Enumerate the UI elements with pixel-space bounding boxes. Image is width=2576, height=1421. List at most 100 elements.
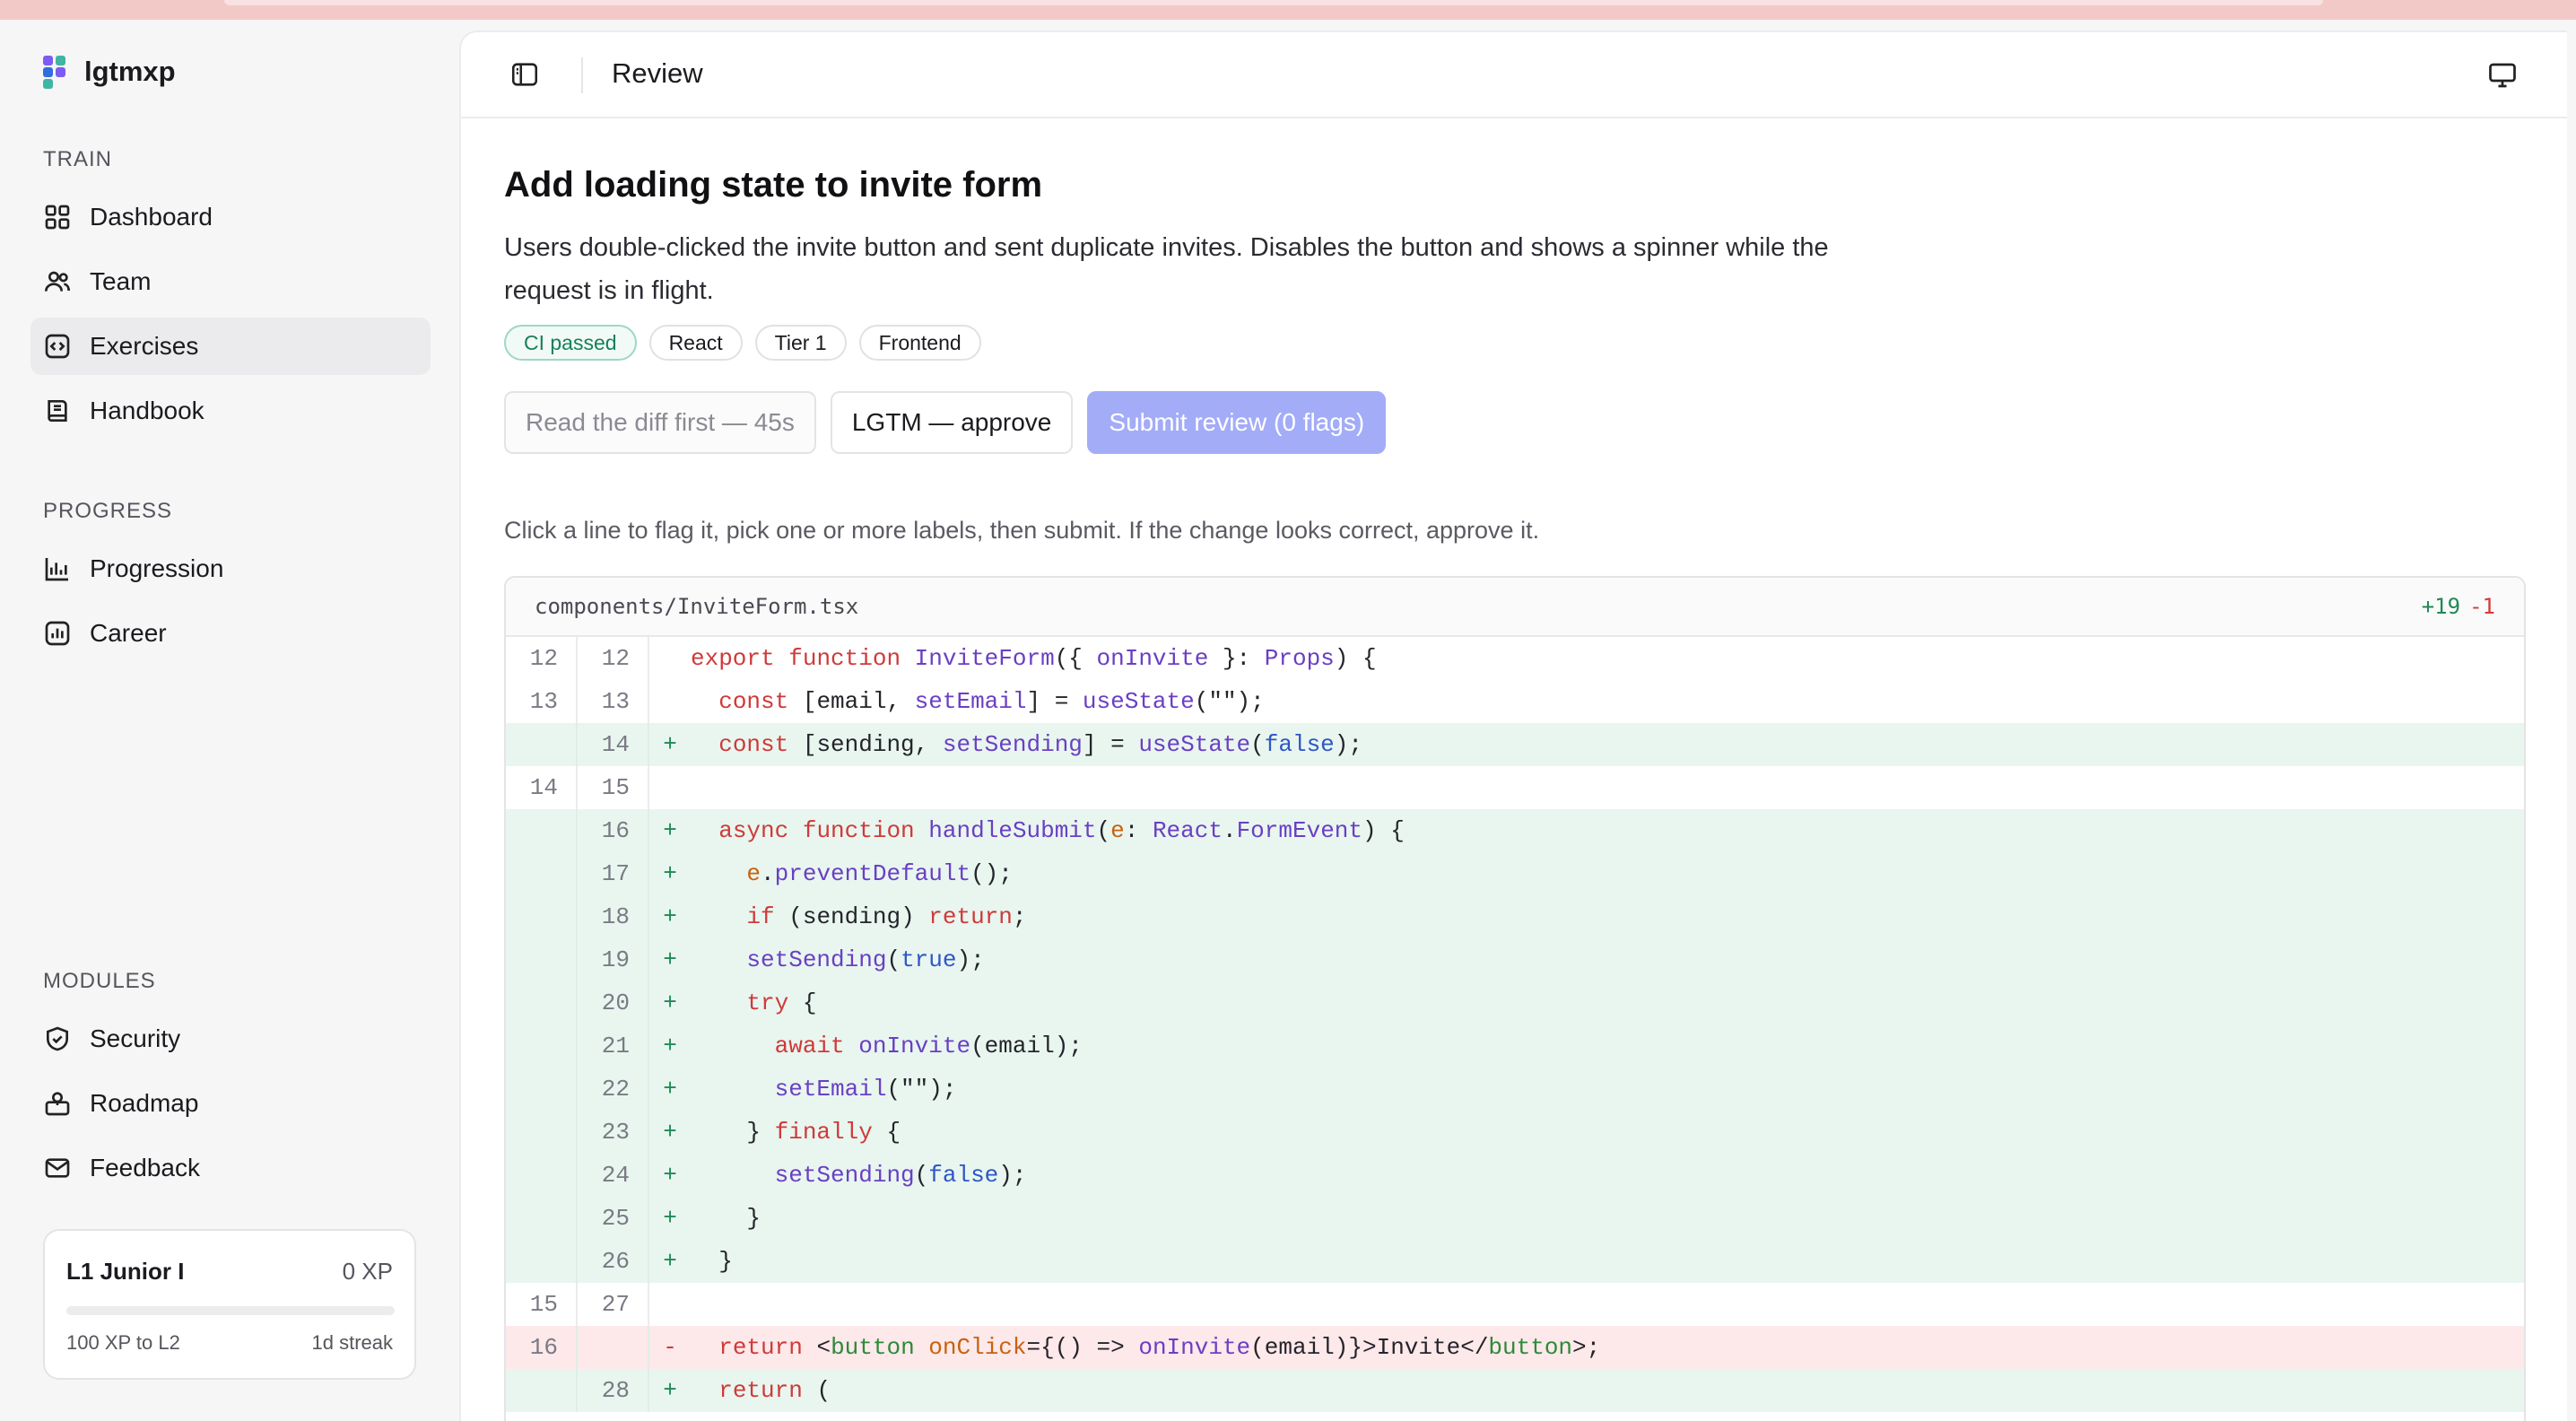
mail-icon xyxy=(45,1158,70,1178)
tag-tier: Tier 1 xyxy=(754,325,847,361)
diff-sign: + xyxy=(663,731,677,758)
old-line-number: 14 xyxy=(506,766,578,809)
header-divider xyxy=(581,57,583,93)
diff-sign: + xyxy=(663,1377,677,1404)
diff-line[interactable]: 13 13 const [email, setEmail] = useState(… xyxy=(506,680,2524,723)
old-line-number xyxy=(506,1068,578,1111)
monitor-icon[interactable] xyxy=(2486,59,2519,92)
old-line-number xyxy=(506,852,578,895)
new-line-number: 15 xyxy=(578,766,649,809)
sidebar-item-handbook[interactable]: Handbook xyxy=(30,382,431,440)
old-line-number xyxy=(506,938,578,981)
new-line-number: 22 xyxy=(578,1068,649,1111)
old-line-number xyxy=(506,809,578,852)
diff-line[interactable]: 14 + const [sending, setSending] = useSta… xyxy=(506,723,2524,766)
additions-count: +19 xyxy=(2421,594,2461,619)
instructions-hint: Click a line to flag it, pick one or mor… xyxy=(504,517,1540,544)
logo-icon xyxy=(43,52,68,92)
diff-line[interactable]: 18 + if (sending) return; xyxy=(506,895,2524,938)
diff-line[interactable]: 26 + } xyxy=(506,1240,2524,1283)
sidebar-item-team[interactable]: Team xyxy=(30,253,431,310)
sidebar-item-label: Exercises xyxy=(90,332,199,360)
tag-frontend: Frontend xyxy=(858,325,981,361)
diff-line[interactable]: 17 + e.preventDefault(); xyxy=(506,852,2524,895)
new-line-number: 14 xyxy=(578,723,649,766)
xp-value: 0 XP xyxy=(342,1258,393,1285)
level-card[interactable]: L1 Junior I 0 XP 100 XP to L2 1d streak xyxy=(43,1229,416,1380)
grid-icon xyxy=(45,205,70,230)
sidebar-item-label: Team xyxy=(90,267,152,295)
review-actions: Read the diff first — 45s LGTM — approve… xyxy=(504,391,1387,454)
old-line-number xyxy=(506,723,578,766)
diff-sign: + xyxy=(663,1162,677,1189)
app-name: lgtmxp xyxy=(84,56,176,87)
diff-line[interactable]: 15 27 xyxy=(506,1283,2524,1326)
xp-to-next: 100 XP to L2 xyxy=(66,1331,180,1354)
sidebar-item-career[interactable]: Career xyxy=(30,605,431,662)
new-line-number: 26 xyxy=(578,1240,649,1283)
sidebar: lgtmxp TRAIN Dashboard Team Exercises Ha… xyxy=(0,20,457,1421)
shield-icon xyxy=(47,1026,68,1051)
new-line-number: 27 xyxy=(578,1283,649,1326)
diff-line[interactable]: 14 15 xyxy=(506,766,2524,809)
diff-sign: + xyxy=(663,903,677,930)
sidebar-item-label: Progression xyxy=(90,554,224,582)
diff-line[interactable]: 16 + async function handleSubmit(e: React… xyxy=(506,809,2524,852)
approve-button[interactable]: LGTM — approve xyxy=(830,391,1074,454)
old-line-number xyxy=(506,895,578,938)
sidebar-item-security[interactable]: Security xyxy=(30,1010,431,1068)
new-line-number: 17 xyxy=(578,852,649,895)
diff-line[interactable]: 22 + setEmail(""); xyxy=(506,1068,2524,1111)
diff-viewer: components/InviteForm.tsx +19 -1 12 12 exp… xyxy=(504,576,2526,1421)
code-text: try { xyxy=(746,989,817,1016)
sidebar-toggle-icon[interactable] xyxy=(509,59,540,90)
code-text: } finally { xyxy=(691,1119,901,1146)
code-icon xyxy=(45,334,70,359)
sidebar-item-exercises[interactable]: Exercises xyxy=(30,318,431,375)
submit-review-button[interactable]: Submit review (0 flags) xyxy=(1087,391,1387,454)
new-line-number: 13 xyxy=(578,680,649,723)
old-line-number xyxy=(506,981,578,1024)
code-text: e.preventDefault(); xyxy=(746,860,1013,887)
diff-line[interactable]: 21 + await onInvite(email); xyxy=(506,1024,2524,1068)
code-text: export function InviteForm({ onInvite }:… xyxy=(691,645,1377,672)
page-title: Review xyxy=(612,57,703,89)
old-line-number: 15 xyxy=(506,1283,578,1326)
new-line-number: 12 xyxy=(578,637,649,680)
sidebar-item-feedback[interactable]: Feedback xyxy=(30,1139,431,1197)
new-line-number: 21 xyxy=(578,1024,649,1068)
tag-list: CI passed React Tier 1 Frontend xyxy=(504,325,981,361)
read-diff-timer-button[interactable]: Read the diff first — 45s xyxy=(504,391,816,454)
sidebar-item-progression[interactable]: Progression xyxy=(30,540,431,597)
diff-line[interactable]: 23 + } finally { xyxy=(506,1111,2524,1154)
new-line-number: 20 xyxy=(578,981,649,1024)
diff-line[interactable]: 28 + return ( xyxy=(506,1369,2524,1412)
exercise-description: Users double-clicked the invite button a… xyxy=(504,233,1829,305)
section-label-train: TRAIN xyxy=(43,147,112,171)
tag-react: React xyxy=(648,325,743,361)
diff-line[interactable]: 16 - return <button onClick={() => onInvi… xyxy=(506,1326,2524,1369)
new-line-number: 28 xyxy=(578,1369,649,1412)
new-line-number: 24 xyxy=(578,1154,649,1197)
diff-line[interactable]: 19 + setSending(true); xyxy=(506,938,2524,981)
diff-line[interactable]: 24 + setSending(false); xyxy=(506,1154,2524,1197)
diff-line[interactable]: 20 + try { xyxy=(506,981,2524,1024)
sidebar-item-roadmap[interactable]: Roadmap xyxy=(30,1075,431,1132)
level-progress-bar xyxy=(66,1306,395,1315)
new-line-number: 16 xyxy=(578,809,649,852)
diff-filename: components/InviteForm.tsx xyxy=(535,594,859,619)
sidebar-item-label: Dashboard xyxy=(90,203,213,231)
diff-line[interactable]: 25 + } xyxy=(506,1197,2524,1240)
new-line-number xyxy=(578,1326,649,1369)
old-line-number xyxy=(506,1154,578,1197)
sidebar-item-dashboard[interactable]: Dashboard xyxy=(30,188,431,246)
code-text: } xyxy=(691,1248,733,1275)
code-text: } xyxy=(691,1205,761,1232)
brand[interactable]: lgtmxp xyxy=(43,52,176,92)
level-title: L1 Junior I xyxy=(66,1258,185,1285)
code-text: await onInvite(email); xyxy=(774,1033,1083,1059)
streak: 1d streak xyxy=(311,1331,394,1354)
diff-line[interactable]: 12 12 export function InviteForm({ onInvit… xyxy=(506,637,2524,680)
code-text: setSending(false); xyxy=(774,1162,1027,1189)
new-line-number: 25 xyxy=(578,1197,649,1240)
